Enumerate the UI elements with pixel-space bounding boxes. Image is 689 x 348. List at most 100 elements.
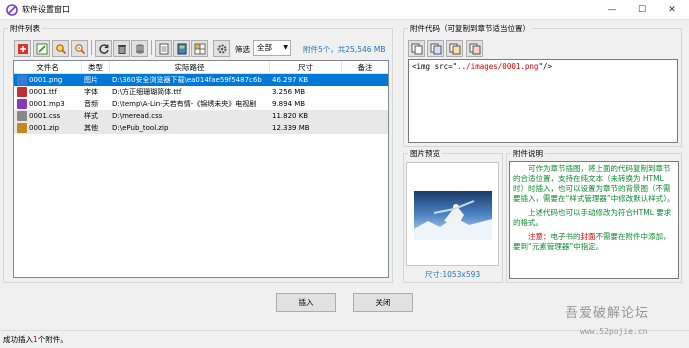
settings-button[interactable] [213,40,230,57]
text-file-icon [159,43,168,54]
note-label: 注意： [528,232,551,241]
table-header: 文件名 类型 实际路径 尺寸 备注 [14,61,388,74]
file-path: D:\ePub_tool.zip [112,124,169,132]
file-path: D:\方正细珊瑚简体.ttf [112,88,182,96]
status-suffix: 个附件。 [37,335,68,344]
grid-icon [194,43,205,54]
filter-select-value: 全部 [257,43,272,52]
file-type: 其他 [84,124,98,132]
minimize-button[interactable]: — [597,0,627,20]
attachment-count-summary: 附件5个，共25,546 MB [303,45,386,54]
column-header-note: 备注 [357,63,373,72]
file-name: 0001.mp3 [29,100,65,108]
image-preview-title: 图片预览 [410,149,440,158]
grid-view-button[interactable] [191,40,208,57]
zoom-attachment-button[interactable] [71,40,88,57]
note-text-a: 电子书的 [550,232,581,241]
watermark-url: www.52pojie.cn [580,327,648,336]
file-path: D:\temp\A-Lin-天若有情-《锦绣未央》电视剧 [112,100,257,108]
close-window-button[interactable]: ✕ [657,0,687,20]
add-attachment-button[interactable] [14,40,31,57]
attachment-table[interactable]: 文件名 类型 实际路径 尺寸 备注 0001.png 图片 D:\360安全浏览… [13,60,389,278]
column-header-type[interactable]: 类型 [82,61,110,74]
file-name: 0001.css [29,112,61,120]
description-paragraph: 上述代码也可以手动修改为符合HTML 要求的格式。 [513,208,672,227]
toolbar-separator [151,40,152,55]
refresh-button[interactable] [95,40,112,57]
table-row[interactable]: 0001.zip 其他 D:\ePub_tool.zip 12.339 MB [14,122,388,134]
file-type: 图片 [84,76,98,84]
attachment-description-text: 可作为章节插图，将上面的代码复制到章节的合适位置，支持在纯文本（未转换为 HTM… [509,161,679,279]
file-type: 样式 [84,112,98,120]
code-path: ../images/0001.png [457,62,539,71]
table-row[interactable]: 0001.png 图片 D:\360安全浏览器下载\ea014fae59f548… [14,74,388,86]
copy-image-code-button[interactable] [427,40,444,57]
status-prefix: 成功插入 [3,335,33,344]
add-icon [17,43,28,54]
note-cover: 封面 [580,232,596,241]
css-file-icon [17,111,27,121]
file-size: 3.256 MB [272,88,306,96]
status-message: 成功插入1个附件。 [3,334,68,345]
font-file-icon [17,87,27,97]
table-row[interactable]: 0001.css 样式 D:\meread.css 11.820 KB [14,110,388,122]
delete-button[interactable] [113,40,130,57]
database-icon [135,43,144,54]
file-note [344,98,388,110]
book-icon [177,43,186,54]
book-button[interactable] [173,40,190,57]
window-title: 软件设置窗口 [22,5,70,14]
audio-file-icon [17,99,27,109]
column-header-path[interactable]: 实际路径 [110,61,270,74]
file-path: D:\meread.css [112,112,163,120]
file-name: 0001.zip [29,124,60,132]
watermark-title: 吾爱破解论坛 [565,306,650,321]
attachment-list-title: 附件列表 [10,24,40,33]
file-note [344,110,388,122]
code-suffix: "/> [538,62,552,71]
close-button[interactable]: 关闭 [353,293,413,312]
description-paragraph: 可作为章节插图，将上面的代码复制到章节的合适位置，支持在纯文本（未转换为 HTM… [513,164,675,203]
image-code-icon [430,43,441,54]
text-file-button[interactable] [155,40,172,57]
file-size: 11.820 KB [272,112,309,120]
table-row[interactable]: 0001.mp3 音频 D:\temp\A-Lin-天若有情-《锦绣未央》电视剧… [14,98,388,110]
title-bar: 软件设置窗口 — ☐ ✕ [0,0,689,20]
edit-icon [36,43,47,54]
search-icon [55,43,66,54]
image-file-icon [17,75,27,85]
settings-icon [217,44,226,53]
insert-button[interactable]: 插入 [276,293,336,312]
column-header-filename[interactable]: 文件名 [14,61,82,74]
toolbar-separator [91,40,92,55]
file-path: D:\360安全浏览器下载\ea014fae59f5487c6b [112,76,262,84]
attachment-code-title: 附件代码（可复制到章节适当位置） [410,24,530,33]
file-type: 字体 [84,88,98,96]
file-name: 0001.ttf [29,88,57,96]
file-type: 音频 [84,100,98,108]
description-note: 注意：电子书的封面不需要在附件中添加，要到“元素管理器”中指定。 [513,232,675,252]
maximize-button[interactable]: ☐ [627,0,657,20]
database-button[interactable] [131,40,148,57]
file-name: 0001.png [29,76,63,84]
copy-html-code-button[interactable] [466,40,483,57]
filter-select[interactable]: 全部 ▼ [253,40,291,56]
copy-code-button[interactable] [408,40,425,57]
file-size: 46.297 KB [272,76,309,84]
file-size: 12.339 MB [272,124,310,132]
zoom-icon [74,43,85,54]
table-row[interactable]: 0001.ttf 字体 D:\方正细珊瑚简体.ttf 3.256 MB [14,86,388,98]
attachment-code-textarea[interactable]: <img src="../images/0001.png"/> [408,59,678,143]
file-note [344,122,388,134]
edit-attachment-button[interactable] [33,40,50,57]
preview-image-size: 尺寸:1053x593 [424,270,481,279]
file-note [344,74,388,86]
column-header-size[interactable]: 尺寸 [270,61,342,74]
zip-file-icon [17,123,27,133]
code-prefix: <img src=" [412,62,458,71]
copy-background-code-button[interactable] [446,40,463,57]
background-code-icon [449,43,460,54]
chevron-down-icon: ▼ [283,44,288,51]
filter-label: 筛选 [235,45,250,54]
search-attachment-button[interactable] [52,40,69,57]
